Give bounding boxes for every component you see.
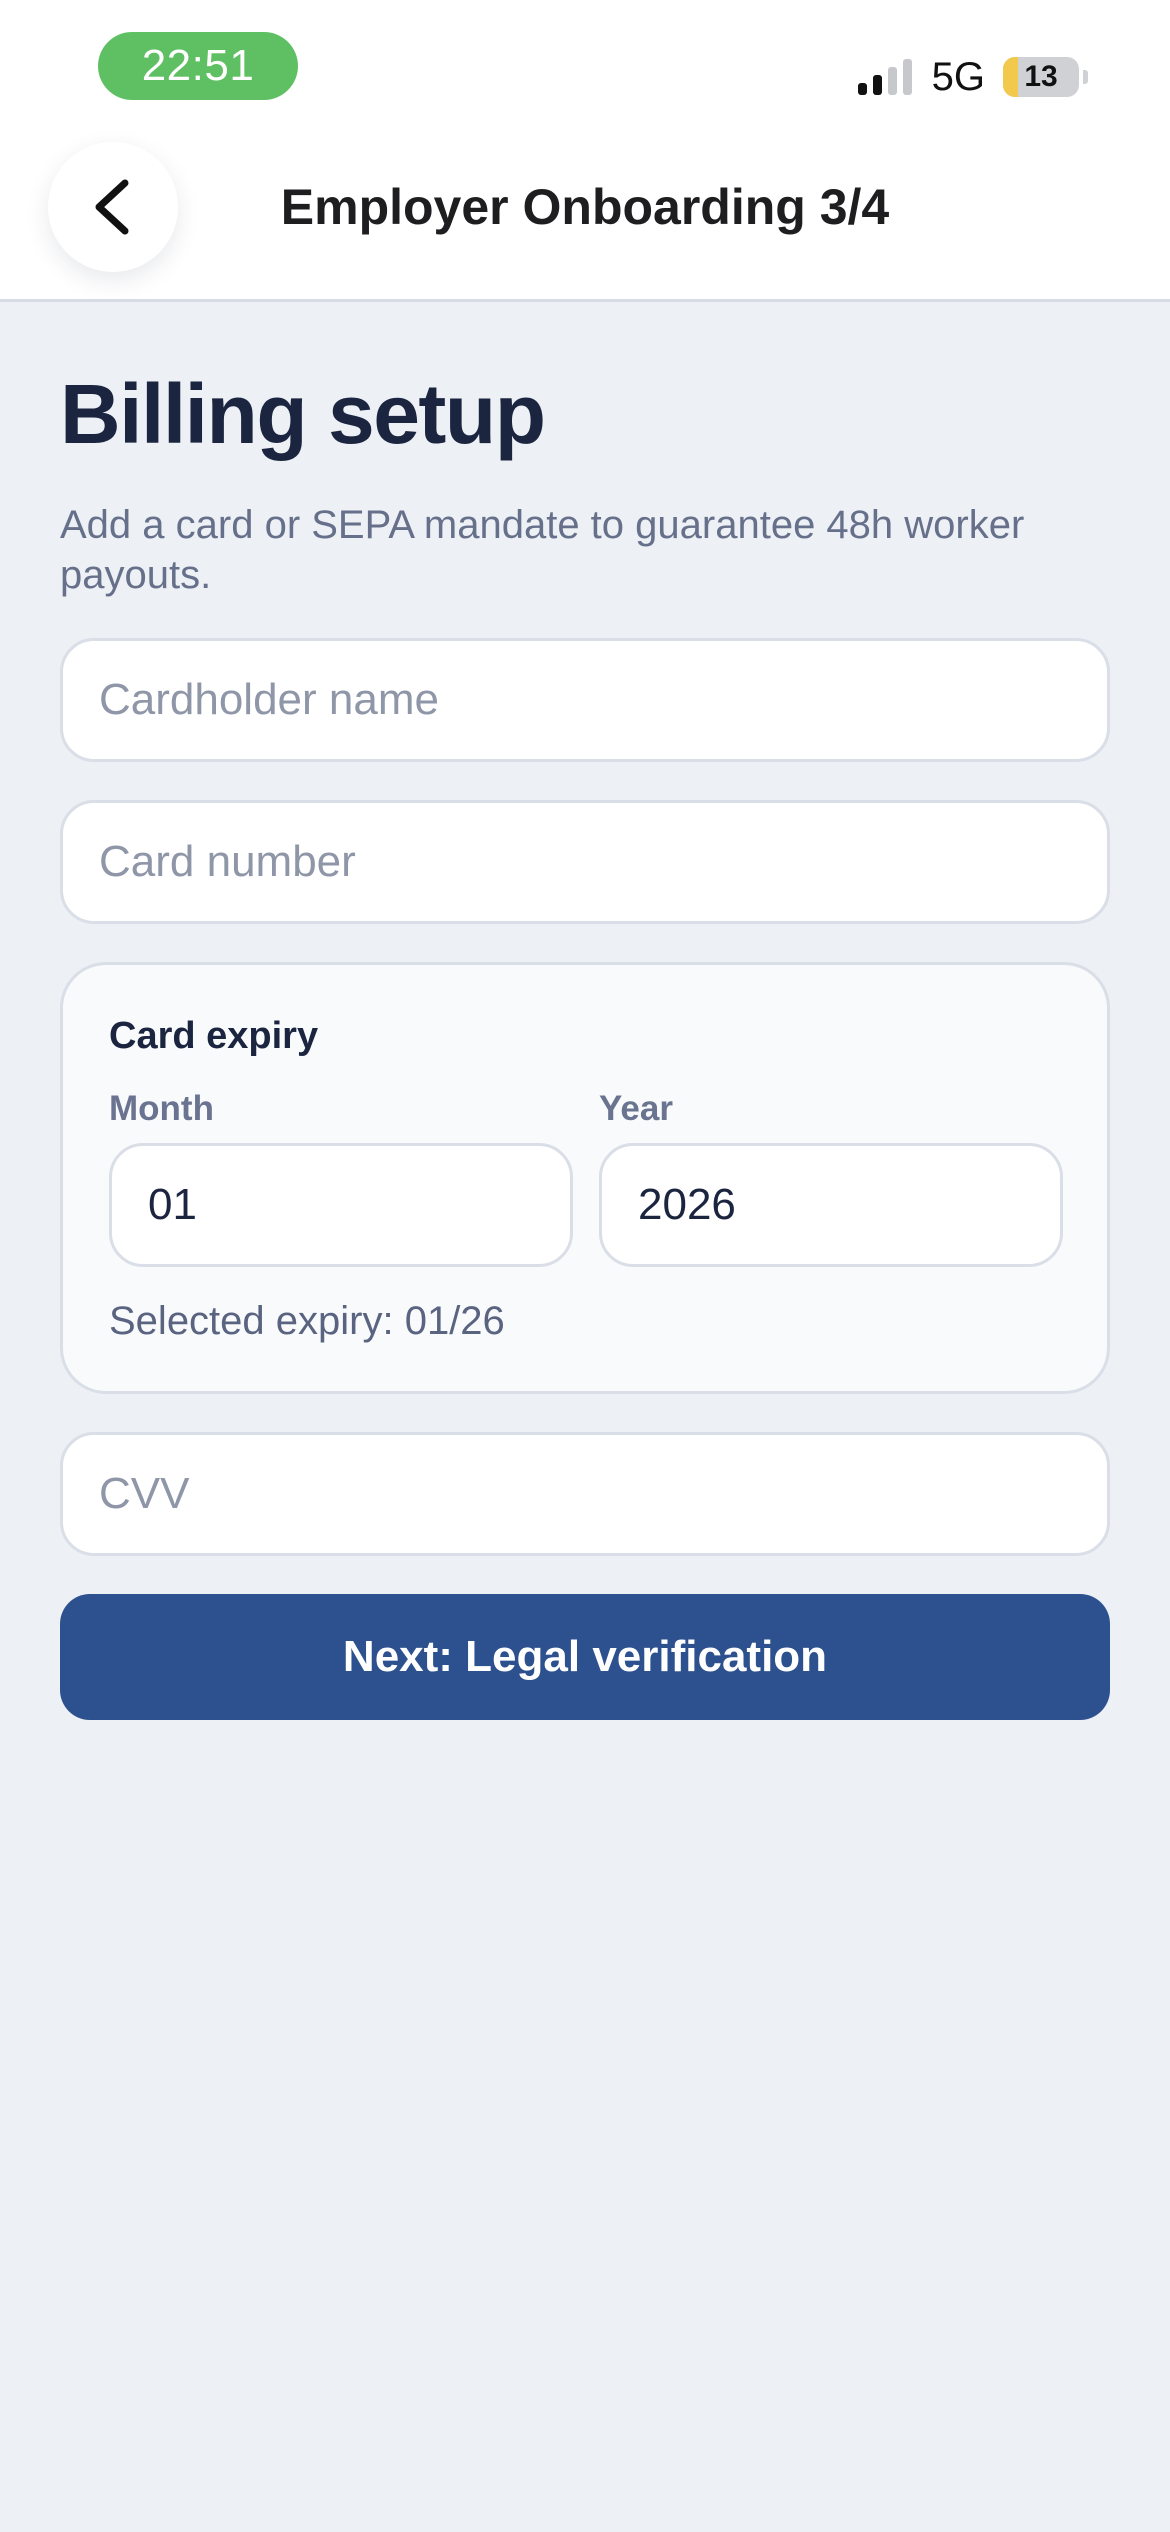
network-label: 5G (931, 54, 985, 99)
selected-expiry-text: Selected expiry: 01/26 (109, 1299, 505, 1343)
card-expiry-title: Card expiry (109, 1015, 319, 1057)
chevron-left-icon (95, 179, 129, 235)
card-expiry-section: Card expiry Month Year Selected expiry: … (60, 962, 1110, 1394)
month-label: Month (109, 1089, 214, 1128)
next-legal-verification-button[interactable]: Next: Legal verification (60, 1594, 1110, 1720)
battery-icon: 13 (1003, 57, 1079, 97)
expiry-month-input[interactable] (109, 1143, 573, 1267)
top-bar: 22:51 5G 13 Employer Onboarding 3/4 (0, 0, 1170, 302)
back-button[interactable] (48, 142, 178, 272)
signal-icon (857, 59, 912, 95)
year-label: Year (599, 1089, 673, 1128)
cardholder-name-input[interactable] (60, 638, 1110, 762)
page-subtitle: Add a card or SEPA mandate to guarantee … (60, 503, 1025, 597)
battery-level: 13 (1024, 60, 1058, 93)
cvv-input[interactable] (60, 1432, 1110, 1556)
expiry-year-input[interactable] (599, 1143, 1063, 1267)
card-number-input[interactable] (60, 800, 1110, 924)
status-indicators: 5G 13 (857, 52, 1088, 102)
battery-tip (1083, 70, 1088, 84)
status-time: 22:51 (98, 32, 298, 100)
page-title: Billing setup (60, 367, 546, 461)
